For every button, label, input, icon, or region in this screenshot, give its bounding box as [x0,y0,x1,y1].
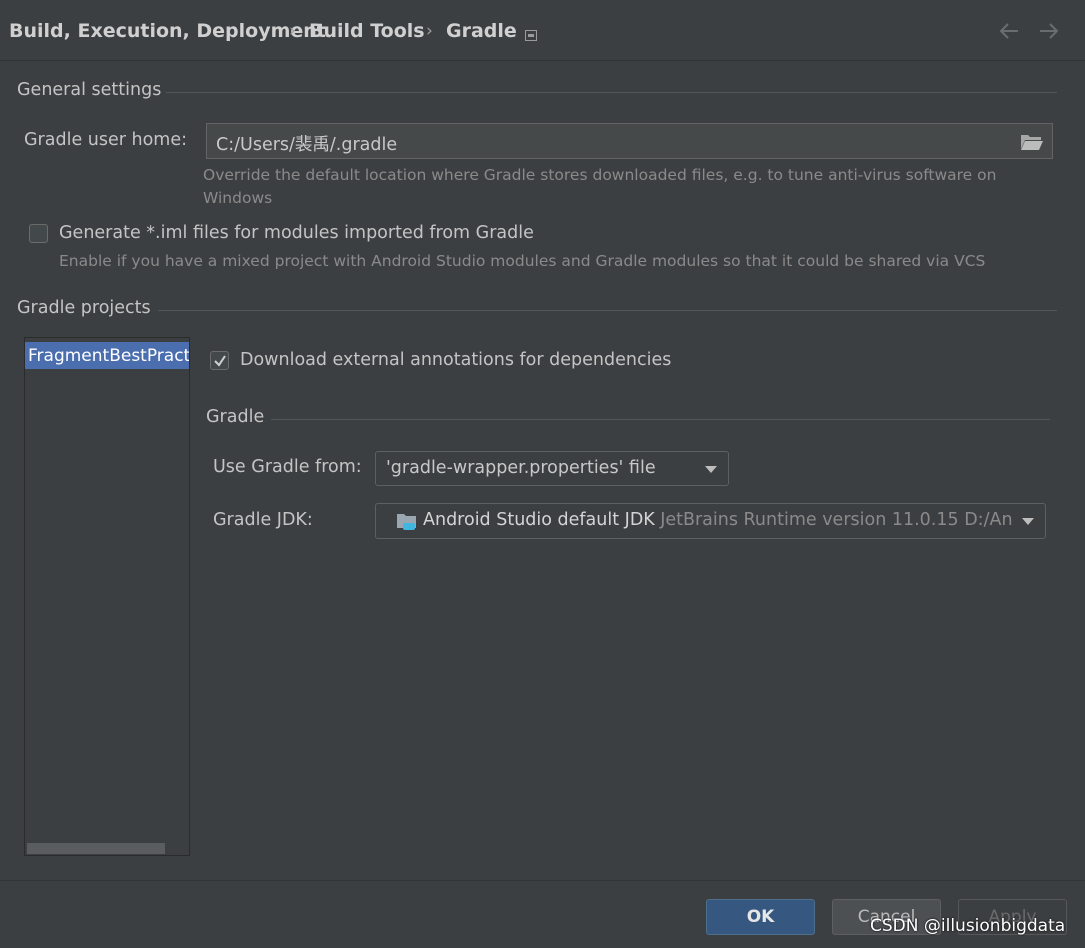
ok-button[interactable]: OK [706,899,815,935]
checkmark-icon [214,355,226,367]
breadcrumb-separator: › [289,21,296,41]
use-gradle-from-dropdown[interactable]: 'gradle-wrapper.properties' file [375,451,729,486]
project-level-icon [525,26,537,41]
gradle-user-home-hint-cont: Windows [203,189,273,207]
arrow-right-icon[interactable] [1038,21,1060,41]
gradle-user-home-label: Gradle user home: [24,130,188,150]
gradle-jdk-dropdown[interactable]: Android Studio default JDK JetBrains Run… [375,503,1046,539]
gradle-subsection-title: Gradle [206,407,265,427]
watermark-text: CSDN @illusionbigdata [870,916,1066,936]
folder-open-icon[interactable] [1020,133,1044,151]
breadcrumb-build-execution-deployment[interactable]: Build, Execution, Deployment [9,20,326,42]
jdk-folder-icon [396,512,420,532]
breadcrumb-separator: › [426,21,433,41]
general-settings-title: General settings [17,80,162,100]
chevron-down-icon [1022,518,1034,525]
use-gradle-from-value: 'gradle-wrapper.properties' file [386,458,656,478]
list-item-label[interactable]: FragmentBestPractice [28,346,189,366]
generate-iml-hint: Enable if you have a mixed project with … [59,252,986,270]
gradle-user-home-value[interactable]: C:/Users/裴禹/.gradle [216,131,397,156]
list-item[interactable]: FragmentBestPractice [25,342,189,369]
jdk-value-main: Android Studio default JDK [423,510,655,530]
download-annotations-checkbox[interactable] [210,351,229,370]
download-annotations-label[interactable]: Download external annotations for depend… [240,350,671,370]
chevron-down-icon [705,466,717,473]
gradle-projects-title: Gradle projects [17,298,151,318]
gradle-user-home-hint: Override the default location where Grad… [203,166,997,184]
breadcrumb-gradle: Gradle [446,20,517,42]
arrow-left-icon[interactable] [998,21,1020,41]
generate-iml-label[interactable]: Generate *.iml files for modules importe… [59,223,534,243]
horizontal-scrollbar[interactable] [27,843,165,854]
jdk-value-detail: JetBrains Runtime version 11.0.15 D:/And… [660,510,1013,530]
gradle-projects-list[interactable]: FragmentBestPractice [24,337,190,856]
generate-iml-checkbox[interactable] [29,224,48,243]
gradle-user-home-field[interactable]: C:/Users/裴禹/.gradle [206,123,1053,159]
use-gradle-from-label: Use Gradle from: [213,457,362,477]
gradle-jdk-label: Gradle JDK: [213,510,313,530]
breadcrumb-build-tools[interactable]: Build Tools [309,20,425,42]
